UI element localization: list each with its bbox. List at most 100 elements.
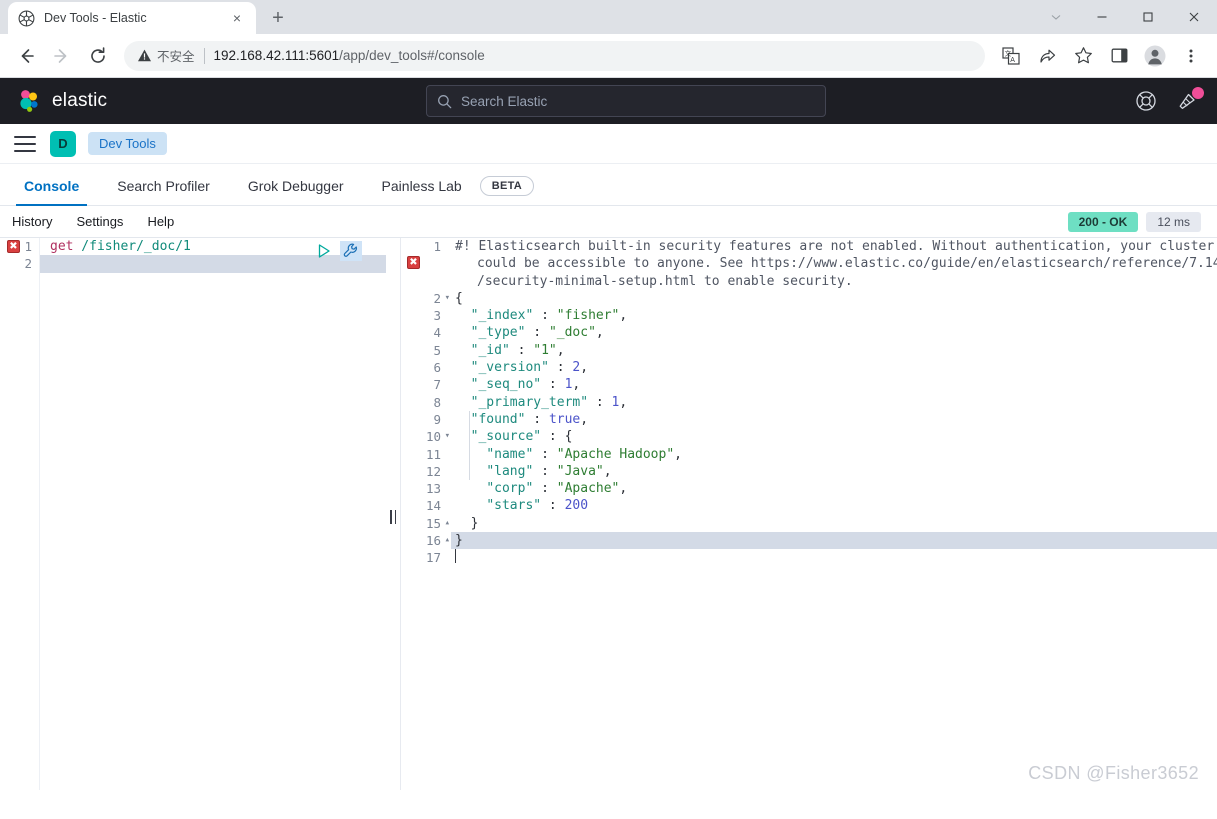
console-menu-settings[interactable]: Settings: [76, 214, 123, 229]
response-line-number: 4: [433, 325, 441, 341]
address-bar[interactable]: 不安全 192.168.42.111:5601/app/dev_tools#/c…: [124, 40, 985, 71]
response-json-line: "_type" : "_doc",: [470, 325, 604, 341]
close-icon[interactable]: ×: [228, 9, 246, 27]
response-line-number: 14: [425, 498, 441, 514]
response-error-marker-icon[interactable]: ✖: [407, 256, 420, 269]
maximize-icon[interactable]: [1125, 0, 1171, 34]
request-gutter: ✖ 1 2: [0, 238, 40, 790]
share-icon[interactable]: [1032, 41, 1062, 71]
minimize-icon[interactable]: [1079, 0, 1125, 34]
help-lifebuoy-icon[interactable]: [1133, 88, 1159, 114]
bookmark-star-icon[interactable]: [1068, 41, 1098, 71]
response-json-line: "_version" : 2,: [470, 360, 589, 376]
response-line-number: 13: [425, 481, 441, 497]
global-search-placeholder: Search Elastic: [461, 93, 548, 109]
request-path: /fisher/_doc/1: [73, 239, 191, 254]
text-caret: [455, 549, 456, 564]
global-search-input[interactable]: Search Elastic: [426, 85, 826, 117]
breadcrumb-dev-tools[interactable]: Dev Tools: [88, 132, 167, 155]
response-line-number: 2 ▾: [433, 290, 450, 307]
side-panel-icon[interactable]: [1104, 41, 1134, 71]
response-warning-line: /security-minimal-setup.html to enable s…: [477, 273, 853, 289]
error-marker-icon[interactable]: ✖: [7, 240, 20, 253]
restore-down-icon[interactable]: [1033, 0, 1079, 34]
browser-chrome: Dev Tools - Elastic × + 不安全 192.168.42.1…: [0, 0, 1217, 78]
news-announcement-icon[interactable]: [1175, 87, 1204, 114]
notification-dot: [1192, 87, 1204, 99]
response-line-number: 17: [425, 550, 441, 566]
omnibox-url: 192.168.42.111:5601/app/dev_tools#/conso…: [214, 48, 485, 63]
forward-icon[interactable]: [47, 41, 77, 71]
browser-toolbar: 不安全 192.168.42.111:5601/app/dev_tools#/c…: [0, 34, 1217, 78]
elastic-global-header: elastic Search Elastic: [0, 78, 1217, 124]
tab-grok-debugger[interactable]: Grok Debugger: [240, 178, 352, 205]
console-menu-bar: History Settings Help 200 - OK 12 ms: [0, 206, 1217, 237]
omnibox-url-path: /app/dev_tools: [339, 48, 427, 63]
security-warning[interactable]: 不安全: [137, 46, 195, 65]
new-tab-button[interactable]: +: [264, 4, 292, 32]
play-triangle-icon[interactable]: [315, 242, 333, 260]
breadcrumb-bar: D Dev Tools: [0, 124, 1217, 164]
response-json-line: "found" : true,: [470, 411, 589, 427]
response-line-number: 5: [433, 342, 441, 358]
fold-toggle-icon[interactable]: ▴: [445, 532, 450, 549]
pane-splitter[interactable]: [386, 238, 400, 790]
watermark: CSDN @Fisher3652: [1028, 763, 1199, 783]
response-line-number: 1: [433, 239, 441, 254]
response-line-number: 11: [425, 446, 441, 462]
status-badge: 200 - OK: [1067, 211, 1139, 232]
response-json-line: "_id" : "1",: [470, 342, 565, 358]
duration-badge: 12 ms: [1146, 211, 1201, 232]
elastic-favicon-icon: [18, 10, 35, 27]
response-json-line: "_seq_no" : 1,: [470, 377, 581, 393]
tab-painless-lab[interactable]: Painless Lab: [374, 178, 470, 205]
security-warning-label: 不安全: [157, 50, 195, 64]
response-gutter: 1 2 ▾ 3 4 5 6 7 8 9 10 ▾ 11 12 13 14 15 ▴ 1…: [401, 238, 451, 790]
profile-avatar-icon[interactable]: [1140, 41, 1170, 71]
console-menu-history[interactable]: History: [12, 214, 52, 229]
response-line-number: 7: [433, 377, 441, 393]
chrome-menu-icon[interactable]: [1176, 41, 1206, 71]
fold-toggle-icon[interactable]: ▴: [445, 515, 450, 532]
menu-hamburger-icon[interactable]: [14, 135, 36, 152]
response-editor-pane[interactable]: 1 2 ▾ 3 4 5 6 7 8 9 10 ▾ 11 12 13 14 15 ▴ 1…: [400, 238, 1217, 790]
response-json-line: "_primary_term" : 1,: [470, 394, 628, 410]
response-json-line: {: [455, 290, 463, 306]
response-line-number: 8: [433, 394, 441, 410]
response-line-number: 6: [433, 360, 441, 376]
window-close-icon[interactable]: [1171, 0, 1217, 34]
response-line-number: 16 ▴: [425, 532, 450, 549]
response-status-group: 200 - OK 12 ms: [1067, 211, 1205, 232]
warning-triangle-icon: [138, 49, 151, 62]
response-line-number: 9: [433, 411, 441, 427]
splitter-grip-icon[interactable]: [390, 510, 396, 524]
browser-tab[interactable]: Dev Tools - Elastic ×: [8, 2, 256, 34]
window-controls: [1033, 0, 1217, 34]
wrench-icon[interactable]: [340, 241, 362, 261]
console-menu-help[interactable]: Help: [147, 214, 174, 229]
back-icon[interactable]: [11, 41, 41, 71]
response-warning-line: could be accessible to anyone. See https…: [477, 256, 1217, 272]
omnibox-url-host: 192.168.42.111:5601: [213, 48, 340, 63]
reload-icon[interactable]: [83, 41, 113, 71]
translate-icon[interactable]: A 文: [996, 41, 1026, 71]
space-avatar[interactable]: D: [50, 130, 76, 157]
request-line-number: 2: [24, 256, 32, 272]
request-editor-pane[interactable]: ✖ 1 2 get /fisher/_doc/1: [0, 238, 386, 790]
response-code[interactable]: #! Elasticsearch built-in security featu…: [451, 238, 1217, 567]
brand-name: elastic: [52, 90, 108, 111]
response-json-line: "name" : "Apache Hadoop",: [486, 446, 682, 462]
indent-guide: [469, 411, 470, 480]
elastic-logo[interactable]: elastic: [16, 88, 107, 114]
response-line-number: 3: [433, 308, 441, 324]
search-icon: [438, 94, 452, 108]
fold-toggle-icon[interactable]: ▾: [445, 428, 450, 445]
fold-toggle-icon[interactable]: ▾: [445, 290, 450, 307]
http-method: get: [50, 239, 74, 254]
response-json-line: "lang" : "Java",: [486, 463, 612, 479]
elastic-logo-icon: [20, 90, 38, 112]
request-action-buttons: [315, 241, 362, 261]
tab-console[interactable]: Console: [16, 178, 88, 206]
svg-text:A: A: [1010, 57, 1015, 64]
tab-search-profiler[interactable]: Search Profiler: [109, 178, 218, 205]
